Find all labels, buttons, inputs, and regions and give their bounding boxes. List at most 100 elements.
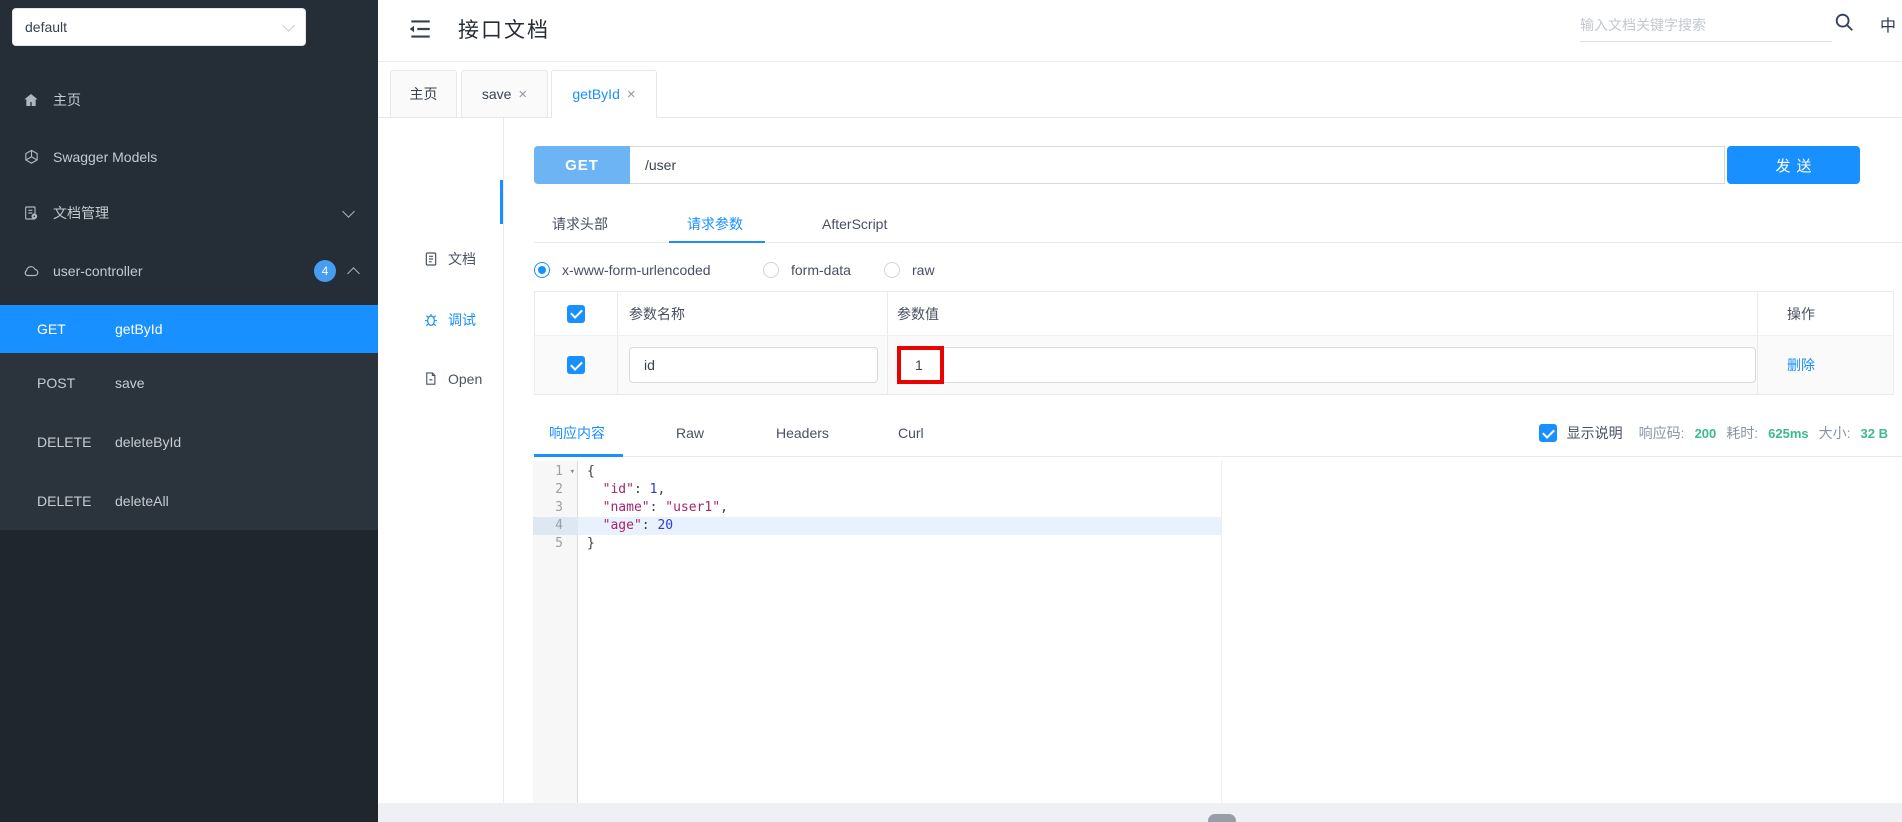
editor-line: 5} [555, 536, 595, 551]
page-title: 接口文档 [458, 19, 550, 42]
endpoint-item-deleteall[interactable]: DELETE deleteAll [0, 471, 378, 530]
http-method-label: GET [37, 321, 66, 337]
file-icon [423, 371, 439, 387]
tab-afterscript[interactable]: AfterScript [822, 205, 887, 243]
bug-icon [423, 312, 439, 328]
endpoint-name: save [115, 374, 145, 391]
radio-x-www-form-urlencoded[interactable]: x-www-form-urlencoded [534, 256, 711, 284]
group-select[interactable]: default [12, 8, 306, 46]
radio-selected-icon [534, 262, 550, 278]
select-all-checkbox[interactable] [567, 304, 585, 323]
send-button[interactable]: 发送 [1727, 146, 1860, 184]
response-meta: 显示说明 响应码: 200 耗时: 625ms 大小: 32 B [1538, 410, 1888, 456]
document-icon [423, 251, 439, 267]
sidebar-item-swagger-models[interactable]: Swagger Models [0, 142, 378, 172]
tab-request-headers[interactable]: 请求头部 [552, 205, 608, 243]
models-cube-icon [22, 148, 40, 166]
doc-nav-item-open[interactable]: Open [378, 365, 503, 393]
close-icon[interactable]: × [518, 87, 527, 102]
scroll-grip-handle[interactable] [1208, 814, 1236, 822]
page-bottom-strip [378, 803, 1902, 822]
column-header-name: 参数名称 [629, 305, 685, 322]
tab-response-content[interactable]: 响应内容 [549, 410, 605, 456]
chevron-down-icon [282, 18, 295, 32]
endpoint-count-badge: 4 [314, 260, 336, 282]
response-tabs: 响应内容 Raw Headers Curl 显示说明 响应码: 200 耗时: … [534, 410, 1902, 457]
group-select-value: default [25, 19, 68, 35]
sidebar-item-label: Swagger Models [53, 149, 158, 165]
show-description-label: 显示说明 [1566, 425, 1623, 441]
endpoint-name: getById [115, 321, 163, 337]
close-icon[interactable]: × [627, 87, 636, 102]
menu-fold-icon[interactable] [407, 16, 433, 42]
chevron-down-icon [342, 204, 355, 218]
sidebar-item-label: user-controller [53, 263, 143, 279]
endpoint-item-deletebyid[interactable]: DELETE deleteById [0, 412, 378, 471]
editor-line: 1 ▾{ [555, 464, 595, 479]
response-editor: 1 ▾{ 2 "id": 1, 3 "name": "user1", 4 "age": … [533, 461, 1222, 803]
column-header-action: 操作 [1787, 305, 1815, 322]
doc-nav-active-indicator [500, 180, 503, 224]
params-table-header: 参数名称 参数值 操作 [535, 292, 1893, 336]
endpoint-item-save[interactable]: POST save [0, 353, 378, 412]
sidebar: default 主页 Swagger Models 文档管理 user-cont… [0, 0, 378, 822]
doc-nav-label: Open [448, 371, 483, 387]
sidebar-item-user-controller[interactable]: user-controller 4 [0, 256, 378, 286]
tab-getbyid[interactable]: getById × [551, 70, 657, 118]
param-checkbox[interactable] [567, 356, 585, 374]
tab-label: getById [572, 86, 620, 102]
radio-label: form-data [791, 262, 851, 278]
app-root: default 主页 Swagger Models 文档管理 user-cont… [0, 0, 1902, 822]
search-icon[interactable] [1833, 11, 1855, 33]
body-type-options: x-www-form-urlencoded form-data raw [534, 256, 1864, 284]
http-method-label: DELETE [37, 433, 92, 450]
active-tab-underline [534, 454, 623, 457]
endpoint-list: GET getById POST save DELETE deleteById … [0, 305, 378, 530]
tab-label: 主页 [409, 86, 438, 102]
editor-line: 4 "age": 20 [533, 517, 1221, 535]
home-icon [22, 91, 40, 109]
doc-nav-item-document[interactable]: 文档 [378, 245, 503, 273]
show-description-checkbox[interactable] [1538, 424, 1557, 442]
endpoint-item-getbyid[interactable]: GET getById [0, 305, 378, 353]
doc-nav-item-debug[interactable]: 调试 [378, 306, 503, 334]
radio-form-data[interactable]: form-data [763, 256, 851, 284]
http-method-label: POST [37, 374, 76, 391]
size-value: 32 B [1860, 425, 1888, 441]
http-method-label: DELETE [37, 492, 92, 509]
tab-headers[interactable]: Headers [776, 410, 829, 456]
doc-search-input[interactable] [1580, 8, 1832, 42]
request-url-input[interactable] [630, 146, 1725, 184]
duration-label: 耗时: [1726, 425, 1759, 441]
duration-value: 625ms [1768, 425, 1809, 441]
radio-label: raw [912, 262, 935, 278]
status-code-value: 200 [1694, 425, 1717, 441]
editor-line: 2 "id": 1, [555, 482, 666, 497]
document-gear-icon [22, 204, 40, 222]
radio-icon [763, 262, 779, 278]
sidebar-item-home[interactable]: 主页 [0, 85, 378, 115]
params-table: 参数名称 参数值 操作 删除 [534, 291, 1894, 395]
param-value-input[interactable] [897, 347, 1756, 383]
radio-raw[interactable]: raw [884, 256, 935, 284]
tab-curl[interactable]: Curl [898, 410, 924, 456]
tab-save[interactable]: save × [461, 70, 548, 118]
sidebar-item-doc-manage[interactable]: 文档管理 [0, 198, 378, 228]
tab-home[interactable]: 主页 [390, 70, 457, 118]
language-toggle[interactable]: 中 [1880, 12, 1896, 36]
request-tabs: 请求头部 请求参数 AfterScript [534, 205, 1902, 243]
top-header: 接口文档 中 [378, 0, 1902, 62]
doc-nav-label: 调试 [448, 312, 476, 328]
delete-param-link[interactable]: 删除 [1787, 355, 1815, 375]
editor-line: 3 "name": "user1", [555, 500, 728, 515]
doc-nav-label: 文档 [448, 251, 476, 267]
param-row: 删除 [535, 336, 1893, 394]
sidebar-item-label: 主页 [53, 92, 81, 108]
param-name-input[interactable] [629, 347, 878, 383]
radio-icon [884, 262, 900, 278]
tab-request-params[interactable]: 请求参数 [687, 205, 743, 243]
tab-raw[interactable]: Raw [676, 410, 704, 456]
cloud-api-icon [22, 262, 40, 280]
endpoint-name: deleteAll [115, 492, 169, 509]
http-method-badge: GET [534, 146, 630, 184]
